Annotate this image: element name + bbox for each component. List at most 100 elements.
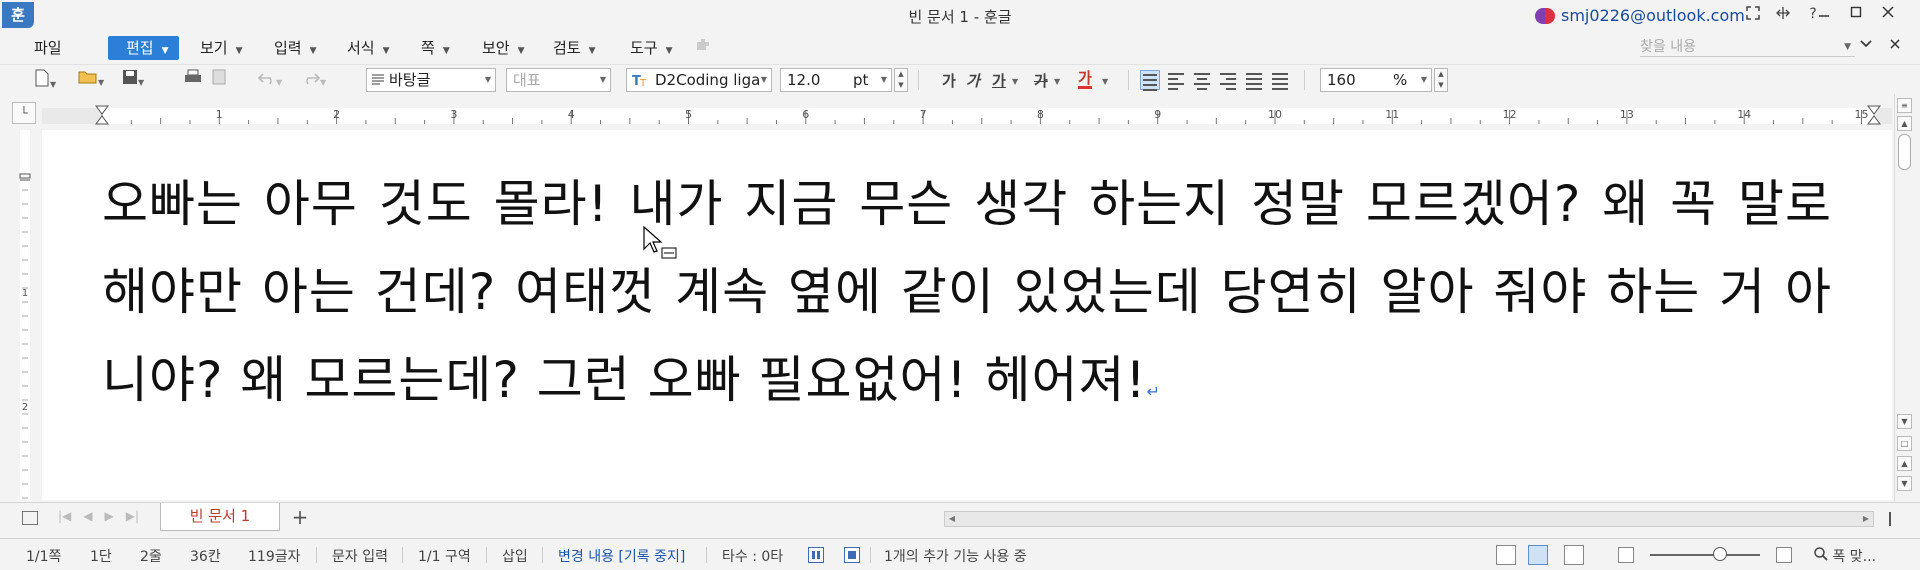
last-tab-icon[interactable]: ▶| [126,509,139,523]
status-input-mode[interactable]: 문자 입력 [332,546,388,566]
prev-tab-icon[interactable]: ◀ [83,509,92,523]
underline-button[interactable]: 가 [992,70,1006,91]
account-indicator[interactable]: smj0226@outlook.com [1535,6,1745,25]
next-page-icon[interactable]: ▼ [1897,476,1912,491]
first-tab-icon[interactable]: |◀ [58,509,71,523]
align-left-button[interactable] [1166,70,1186,90]
menu-tools[interactable]: 도구 ▼ [630,36,673,60]
align-right-button[interactable] [1218,70,1238,90]
font-select[interactable]: TT D2Coding liga ▼ [626,68,772,92]
align-center-button[interactable] [1192,70,1212,90]
status-separator [870,547,871,563]
status-track-changes[interactable]: 변경 내용 [기록 중지] [558,546,685,566]
italic-button[interactable]: 가 [966,70,980,91]
document-canvas[interactable]: 오빠는 아무 것도 몰라! 내가 지금 무슨 생각 하는지 정말 모르겠어? 왜… [42,130,1892,500]
undo-icon[interactable]: ▼ [257,69,282,93]
zoom-stepper[interactable]: ▲ ▼ [1434,68,1448,92]
menu-view[interactable]: 보기 ▼ [200,36,243,60]
tab-document-1[interactable]: 빈 문서 1 [160,503,280,531]
page-view-normal-icon[interactable] [1496,545,1516,565]
chevron-down-icon[interactable]: ▼ [1054,70,1060,94]
chevron-down-icon[interactable]: ▼ [1844,37,1851,57]
minimize-icon[interactable] [1815,4,1833,22]
status-chars: 119글자 [248,549,301,565]
print-preview-icon[interactable] [212,69,226,93]
close-icon[interactable] [1879,4,1897,22]
page-view-icon[interactable]: □ [1897,436,1912,451]
align-distribute-button[interactable] [1244,70,1264,90]
zoom-slider-track[interactable] [1650,554,1760,556]
ruler-label: 9 [1154,108,1161,121]
vertical-scrollbar[interactable]: ≡ ▲ ▼ □ ▲ ▼ [1894,94,1914,502]
vertical-ruler[interactable]: 1 2 [12,130,36,500]
align-justify-button[interactable] [1140,70,1160,91]
menu-label: 입력 [274,39,302,57]
addon-puzzle-icon[interactable] [694,36,714,60]
bold-button[interactable]: 가 [942,70,956,91]
menu-page[interactable]: 쪽 ▼ [421,36,450,60]
fullscreen-icon[interactable] [1745,6,1761,24]
font-category-select[interactable]: 대표 ▼ [506,68,611,92]
menu-label: 검토 [553,39,581,57]
menu-file[interactable]: 파일 [34,36,62,60]
menu-security[interactable]: 보안 ▼ [482,36,525,60]
scroll-up-icon[interactable]: ▲ [1897,116,1912,131]
next-tab-icon[interactable]: ▶ [105,509,114,523]
zoom-fit-button[interactable]: 폭 맞... [1814,546,1876,566]
scroll-right-icon[interactable]: ▶ [1859,512,1873,526]
open-folder-icon[interactable]: ▼ [78,69,104,93]
stop-icon[interactable] [844,547,860,563]
font-color-button[interactable]: 가 [1078,70,1092,89]
strikethrough-button[interactable]: 가 [1034,70,1048,91]
split-handle[interactable] [1889,512,1895,526]
resize-icon[interactable] [1775,6,1791,24]
new-document-icon[interactable]: ▼ [34,69,56,93]
status-addons[interactable]: 1개의 추가 기능 사용 중 [884,546,1027,566]
chevron-down-icon[interactable]: ▼ [1012,70,1018,94]
pause-icon[interactable] [808,547,824,563]
chevron-down-icon[interactable] [1860,38,1872,53]
menu-label: 쪽 [421,39,435,57]
status-page[interactable]: 1/1쪽 [26,546,61,566]
page-view-full-icon[interactable] [1564,545,1584,565]
scroll-thumb[interactable] [1898,134,1911,170]
align-divide-button[interactable] [1270,70,1290,90]
font-size-stepper[interactable]: ▲ ▼ [894,68,908,92]
status-line: 2줄 [140,549,162,565]
ribbon-close-icon[interactable] [1890,38,1900,53]
status-separator [542,547,543,563]
zoom-out-icon[interactable] [1618,547,1634,563]
chevron-down-icon[interactable]: ▼ [1102,70,1108,94]
menu-review[interactable]: 검토 ▼ [553,36,596,60]
style-select[interactable]: 바탕글 ▼ [366,68,496,92]
zoom-input[interactable]: 160 % ▼ [1320,68,1432,92]
status-section[interactable]: 1/1 구역 [418,546,471,566]
zoom-slider-thumb[interactable] [1713,547,1728,561]
scroll-left-icon[interactable]: ◀ [945,512,959,526]
zoom-fit-label: 폭 맞... [1832,549,1877,565]
zoom-in-icon[interactable] [1776,547,1792,563]
add-tab-button[interactable]: + [288,506,312,528]
redo-icon[interactable]: ▼ [302,69,326,93]
status-insert-mode[interactable]: 삽입 [502,546,528,566]
save-icon[interactable]: ▼ [122,69,144,93]
horizontal-scrollbar[interactable]: ◀ ▶ [944,511,1891,527]
chevron-down-icon: ▼ [599,75,606,84]
font-size-input[interactable]: 12.0 pt ▼ [780,68,892,92]
menu-format[interactable]: 서식 ▼ [347,36,390,60]
tab-list-icon[interactable] [22,511,38,525]
document-tab-bar: |◀ ◀ ▶ ▶| 빈 문서 1 + ◀ ▶ [0,502,1920,534]
search-input[interactable]: 찾을 내용 ▼ [1640,37,1855,57]
scroll-menu-icon[interactable]: ≡ [1897,98,1912,113]
menu-insert[interactable]: 입력 ▼ [274,36,317,60]
print-icon[interactable] [184,69,202,93]
prev-page-icon[interactable]: ▲ [1897,456,1912,471]
page-view-width-icon[interactable] [1528,545,1548,565]
document-body[interactable]: 오빠는 아무 것도 몰라! 내가 지금 무슨 생각 하는지 정말 모르겠어? 왜… [102,160,1832,436]
restore-icon[interactable] [1847,4,1865,22]
menu-edit[interactable]: 편집 ▼ [108,36,179,60]
ruler-tab-selector[interactable]: └ [12,102,36,124]
horizontal-ruler[interactable]: 1 2 3 4 5 6 7 8 9 10 11 12 13 14 15 [42,104,1892,126]
scroll-down-icon[interactable]: ▼ [1897,414,1912,429]
font-size-unit: pt [853,71,869,89]
